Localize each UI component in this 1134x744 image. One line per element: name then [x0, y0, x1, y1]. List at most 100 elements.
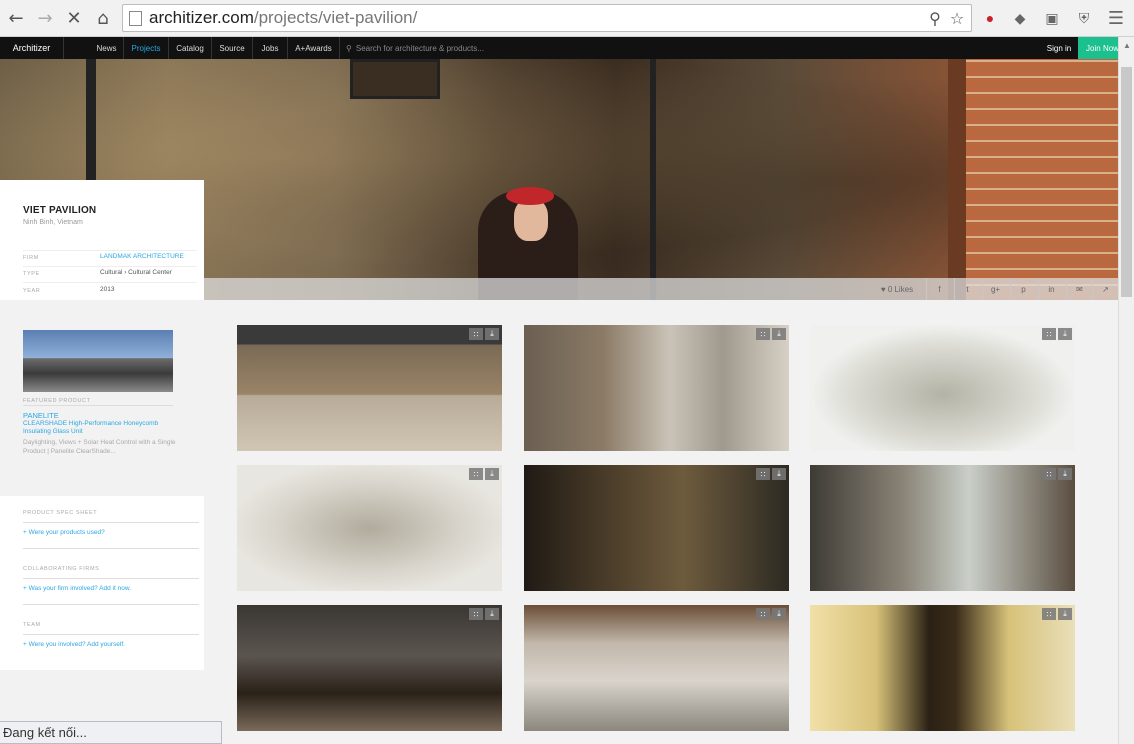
download-icon[interactable]: ⤓	[1058, 608, 1072, 620]
screenshot-extension-icon[interactable]: ▣	[1042, 8, 1062, 28]
divider	[23, 634, 199, 635]
firm-link[interactable]: LANDMAK ARCHITECTURE	[100, 253, 184, 260]
divider	[23, 548, 199, 549]
download-icon[interactable]: ⤓	[485, 468, 499, 480]
nav-awards[interactable]: A+Awards	[288, 37, 340, 59]
download-icon[interactable]: ⤓	[772, 468, 786, 480]
back-icon[interactable]: ←	[6, 8, 26, 29]
zoom-icon[interactable]: ⚲	[925, 9, 945, 29]
download-icon[interactable]: ⤓	[1058, 328, 1072, 340]
night-exterior-photo[interactable]: ∷ ⤓	[237, 605, 502, 731]
grid-icon[interactable]: ∷	[469, 328, 483, 340]
divider	[23, 578, 199, 579]
wood-column	[948, 59, 966, 300]
floor-plan-3d-model-render[interactable]: ∷ ⤓	[237, 465, 502, 591]
exterior-3d-model-render[interactable]: ∷ ⤓	[810, 325, 1075, 451]
stone-courtyard-photo[interactable]: ∷ ⤓	[524, 605, 789, 731]
menu-icon[interactable]: ☰	[1106, 8, 1126, 28]
url-domain: architizer.com	[149, 8, 254, 27]
share-bar: ♥ 0 Likes f t g+ p in ✉ ↗	[204, 278, 1118, 300]
address-bar[interactable]: architizer.com/projects/viet-pavilion/ ⚲…	[122, 4, 972, 32]
search-icon: ⚲	[346, 43, 352, 53]
forward-icon[interactable]: →	[35, 8, 55, 29]
scrollbar[interactable]: ▲	[1118, 37, 1134, 744]
add-firm-link[interactable]: + Was your firm involved? Add it now.	[23, 585, 131, 592]
interior-column-chair-photo[interactable]: ∷ ⤓	[524, 325, 789, 451]
add-yourself-link[interactable]: + Were you involved? Add yourself.	[23, 641, 125, 648]
grid-icon[interactable]: ∷	[756, 608, 770, 620]
products-used-link[interactable]: + Were your products used?	[23, 529, 105, 536]
featured-product-name[interactable]: CLEARSHADE High-Performance Honeycomb In…	[23, 420, 183, 436]
pinterest-icon[interactable]: p	[1010, 278, 1036, 300]
scrollbar-thumb[interactable]	[1121, 67, 1132, 297]
grid-icon[interactable]: ∷	[756, 468, 770, 480]
interior-night-portrait-photo[interactable]: ∷ ⤓	[524, 465, 789, 591]
dropbox-extension-icon[interactable]: ◆	[1010, 8, 1030, 28]
divider	[23, 604, 199, 605]
contributors-card: PRODUCT SPEC SHEET + Were your products …	[0, 496, 204, 670]
thumbnail-actions: ∷ ⤓	[1042, 468, 1072, 480]
window-frame	[650, 59, 656, 300]
site-logo[interactable]: Architizer	[0, 37, 64, 59]
grid-icon[interactable]: ∷	[1042, 328, 1056, 340]
brick-wall	[966, 59, 1118, 300]
grid-icon[interactable]: ∷	[1042, 608, 1056, 620]
nav-jobs[interactable]: Jobs	[253, 37, 288, 59]
star-icon[interactable]: ☆	[947, 9, 967, 29]
site-header: Architizer News Projects Catalog Source …	[0, 37, 1127, 59]
year-value: 2013	[100, 286, 115, 293]
download-icon[interactable]: ⤓	[772, 328, 786, 340]
grid-icon[interactable]: ∷	[1042, 468, 1056, 480]
nav-catalog[interactable]: Catalog	[169, 37, 212, 59]
grid-icon[interactable]: ∷	[756, 328, 770, 340]
pinterest-extension-icon[interactable]: ●	[980, 8, 1000, 28]
vase-courtyard-photo[interactable]: ∷ ⤓	[810, 605, 1075, 731]
scroll-up-arrow-icon[interactable]: ▲	[1122, 41, 1132, 51]
collaborating-firms-label: COLLABORATING FIRMS	[23, 566, 100, 572]
divider	[23, 522, 199, 523]
nav-projects[interactable]: Projects	[124, 37, 169, 59]
thumbnail-actions: ∷ ⤓	[756, 608, 786, 620]
featured-product-label: FEATURED PRODUCT	[23, 398, 91, 404]
divider	[23, 250, 197, 251]
grid-icon[interactable]: ∷	[469, 608, 483, 620]
team-label: TEAM	[23, 622, 41, 628]
year-label: YEAR	[23, 288, 41, 294]
likes-count: 0 Likes	[887, 284, 914, 294]
site-search[interactable]: ⚲ Search for architecture & products...	[346, 37, 484, 59]
google-plus-icon[interactable]: g+	[982, 278, 1008, 300]
nav-source[interactable]: Source	[212, 37, 253, 59]
facebook-icon[interactable]: f	[926, 278, 952, 300]
download-icon[interactable]: ⤓	[485, 608, 499, 620]
download-icon[interactable]: ⤓	[772, 608, 786, 620]
thumbnail-actions: ∷ ⤓	[1042, 608, 1072, 620]
project-info-card: VIET PAVILION Ninh Binh, Vietnam FIRM LA…	[0, 180, 204, 300]
featured-product-image[interactable]	[23, 330, 173, 392]
grid-icon[interactable]: ∷	[469, 468, 483, 480]
shield-extension-icon[interactable]: ⛨	[1074, 8, 1094, 28]
heart-icon: ♥	[880, 284, 886, 294]
thumbnail-actions: ∷ ⤓	[1042, 328, 1072, 340]
thumbnail-actions: ∷ ⤓	[756, 468, 786, 480]
red-hat	[506, 187, 554, 205]
firm-label: FIRM	[23, 255, 39, 261]
site-search-placeholder: Search for architecture & products...	[355, 43, 484, 53]
featured-product-brand[interactable]: PANELITE	[23, 411, 59, 420]
stop-icon[interactable]: ✕	[64, 8, 84, 29]
url-text[interactable]: architizer.com/projects/viet-pavilion/	[149, 8, 417, 28]
stone-window-courtyard-photo[interactable]: ∷ ⤓	[810, 465, 1075, 591]
divider	[23, 266, 197, 267]
twitter-icon[interactable]: t	[954, 278, 980, 300]
thumbnail-actions: ∷ ⤓	[469, 608, 499, 620]
email-icon[interactable]: ✉	[1066, 278, 1092, 300]
like-button[interactable]: ♥ 0 Likes	[874, 278, 920, 300]
nav-news[interactable]: News	[90, 37, 124, 59]
home-icon[interactable]: ⌂	[93, 8, 113, 29]
interior-stone-wall-photo[interactable]: ∷ ⤓	[237, 325, 502, 451]
linkedin-icon[interactable]: in	[1038, 278, 1064, 300]
sign-in-link[interactable]: Sign in	[1040, 37, 1078, 59]
download-icon[interactable]: ⤓	[1058, 468, 1072, 480]
download-icon[interactable]: ⤓	[485, 328, 499, 340]
status-bubble: Đang kết nối...	[0, 721, 222, 744]
share-icon[interactable]: ↗	[1092, 278, 1118, 300]
